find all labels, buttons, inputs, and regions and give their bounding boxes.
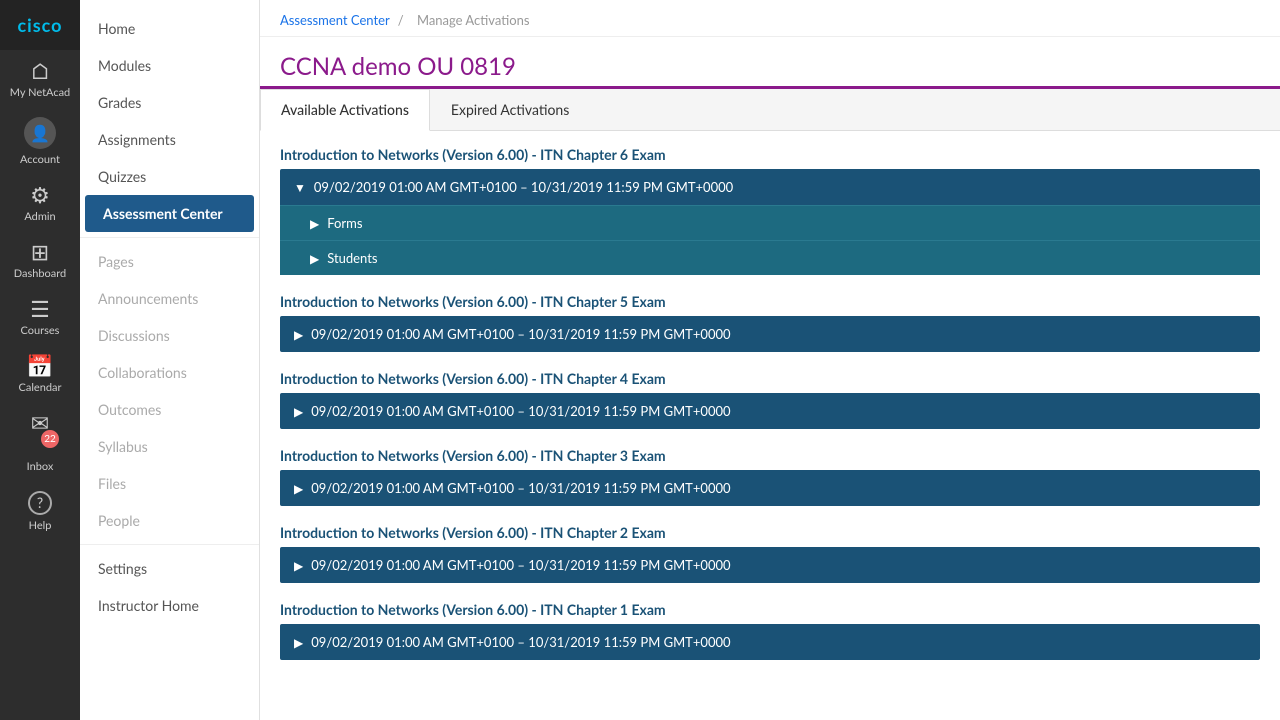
arrow-right-ch3-icon: ▶ xyxy=(294,481,303,496)
left-nav: Home Modules Grades Assignments Quizzes … xyxy=(80,0,260,720)
cisco-logo-text: cisco xyxy=(17,14,62,36)
exam-title-ch1: Introduction to Networks (Version 6.00) … xyxy=(280,601,1260,618)
nav-home[interactable]: Home xyxy=(80,10,259,47)
arrow-right-students-icon: ▶ xyxy=(310,251,319,266)
nav-files[interactable]: Files xyxy=(80,465,259,502)
icon-bar-calendar[interactable]: 📅 Calendar xyxy=(0,345,80,402)
nav-modules[interactable]: Modules xyxy=(80,47,259,84)
exam-section-ch1: Introduction to Networks (Version 6.00) … xyxy=(280,601,1260,660)
inbox-badge: 22 xyxy=(41,430,59,448)
nav-divider xyxy=(80,237,259,238)
breadcrumb-link[interactable]: Assessment Center xyxy=(280,12,389,28)
icon-bar-home[interactable]: ⌂ My NetAcad xyxy=(0,50,80,107)
exam-section-ch5: Introduction to Networks (Version 6.00) … xyxy=(280,293,1260,352)
nav-announcements[interactable]: Announcements xyxy=(80,280,259,317)
page-title: CCNA demo OU 0819 xyxy=(260,37,1280,89)
tab-expired-activations[interactable]: Expired Activations xyxy=(430,89,590,130)
exam-title-ch2: Introduction to Networks (Version 6.00) … xyxy=(280,524,1260,541)
icon-bar-courses-label: Courses xyxy=(21,324,60,337)
sub-item-forms[interactable]: ▶ Forms xyxy=(280,205,1260,240)
home-icon: ⌂ xyxy=(32,60,49,82)
nav-people[interactable]: People xyxy=(80,502,259,539)
tabs-row: Available Activations Expired Activation… xyxy=(260,89,1280,131)
activation-bar-ch5[interactable]: ▶ 09/02/2019 01:00 AM GMT+0100 – 10/31/2… xyxy=(280,316,1260,352)
nav-divider-2 xyxy=(80,544,259,545)
icon-bar-dashboard[interactable]: ⊞ Dashboard xyxy=(0,231,80,288)
icon-bar-admin[interactable]: ⚙ Admin xyxy=(0,174,80,231)
activation-date-range-ch6: 09/02/2019 01:00 AM GMT+0100 – 10/31/201… xyxy=(314,179,733,195)
exam-section-ch4: Introduction to Networks (Version 6.00) … xyxy=(280,370,1260,429)
activation-bar-ch4[interactable]: ▶ 09/02/2019 01:00 AM GMT+0100 – 10/31/2… xyxy=(280,393,1260,429)
admin-icon: ⚙ xyxy=(30,184,50,206)
activation-date-range-ch4: 09/02/2019 01:00 AM GMT+0100 – 10/31/201… xyxy=(311,403,730,419)
arrow-down-icon: ▼ xyxy=(294,180,306,195)
activation-date-range-ch3: 09/02/2019 01:00 AM GMT+0100 – 10/31/201… xyxy=(311,480,730,496)
breadcrumb-separator: / xyxy=(398,12,404,28)
exam-section-ch6: Introduction to Networks (Version 6.00) … xyxy=(280,146,1260,275)
sub-item-students-label: Students xyxy=(327,250,377,266)
nav-outcomes[interactable]: Outcomes xyxy=(80,391,259,428)
dashboard-icon: ⊞ xyxy=(31,241,49,263)
tab-available-activations[interactable]: Available Activations xyxy=(260,89,430,131)
arrow-right-ch1-icon: ▶ xyxy=(294,635,303,650)
nav-quizzes[interactable]: Quizzes xyxy=(80,158,259,195)
icon-bar-help[interactable]: ? Help xyxy=(0,481,80,540)
activation-bar-ch3[interactable]: ▶ 09/02/2019 01:00 AM GMT+0100 – 10/31/2… xyxy=(280,470,1260,506)
nav-settings[interactable]: Settings xyxy=(80,550,259,587)
activation-date-range-ch2: 09/02/2019 01:00 AM GMT+0100 – 10/31/201… xyxy=(311,557,730,573)
breadcrumb-current: Manage Activations xyxy=(417,12,530,28)
cisco-logo: cisco xyxy=(0,0,80,50)
sub-items-ch6: ▶ Forms ▶ Students xyxy=(280,205,1260,275)
icon-bar-dashboard-label: Dashboard xyxy=(14,267,66,280)
arrow-right-forms-icon: ▶ xyxy=(310,216,319,231)
nav-assessment-center[interactable]: Assessment Center xyxy=(85,195,254,232)
icon-bar-account-label: Account xyxy=(20,153,60,166)
arrow-right-ch5-icon: ▶ xyxy=(294,327,303,342)
icon-bar-inbox[interactable]: ✉ 22 Inbox xyxy=(0,402,80,481)
exam-title-ch5: Introduction to Networks (Version 6.00) … xyxy=(280,293,1260,310)
icon-bar-inbox-label: Inbox xyxy=(27,460,54,473)
nav-grades[interactable]: Grades xyxy=(80,84,259,121)
exam-section-ch2: Introduction to Networks (Version 6.00) … xyxy=(280,524,1260,583)
icon-bar-admin-label: Admin xyxy=(24,210,55,223)
icon-bar: cisco ⌂ My NetAcad 👤 Account ⚙ Admin ⊞ D… xyxy=(0,0,80,720)
exam-title-ch3: Introduction to Networks (Version 6.00) … xyxy=(280,447,1260,464)
icon-bar-home-label: My NetAcad xyxy=(10,86,70,99)
sub-item-students[interactable]: ▶ Students xyxy=(280,240,1260,275)
arrow-right-ch2-icon: ▶ xyxy=(294,558,303,573)
activation-bar-ch6[interactable]: ▼ 09/02/2019 01:00 AM GMT+0100 – 10/31/2… xyxy=(280,169,1260,205)
activation-bar-ch2[interactable]: ▶ 09/02/2019 01:00 AM GMT+0100 – 10/31/2… xyxy=(280,547,1260,583)
nav-collaborations[interactable]: Collaborations xyxy=(80,354,259,391)
activation-bar-ch1[interactable]: ▶ 09/02/2019 01:00 AM GMT+0100 – 10/31/2… xyxy=(280,624,1260,660)
nav-assignments[interactable]: Assignments xyxy=(80,121,259,158)
nav-pages[interactable]: Pages xyxy=(80,243,259,280)
nav-syllabus[interactable]: Syllabus xyxy=(80,428,259,465)
exam-title-ch6: Introduction to Networks (Version 6.00) … xyxy=(280,146,1260,163)
main-content: Assessment Center / Manage Activations C… xyxy=(260,0,1280,720)
account-avatar: 👤 xyxy=(24,117,56,149)
courses-icon: ☰ xyxy=(30,298,50,320)
icon-bar-account[interactable]: 👤 Account xyxy=(0,107,80,174)
icon-bar-courses[interactable]: ☰ Courses xyxy=(0,288,80,345)
nav-instructor-home[interactable]: Instructor Home xyxy=(80,587,259,624)
exam-section-ch3: Introduction to Networks (Version 6.00) … xyxy=(280,447,1260,506)
activation-date-range-ch5: 09/02/2019 01:00 AM GMT+0100 – 10/31/201… xyxy=(311,326,730,342)
icon-bar-help-label: Help xyxy=(29,519,52,532)
sub-item-forms-label: Forms xyxy=(327,215,362,231)
calendar-icon: 📅 xyxy=(26,355,53,377)
activation-date-range-ch1: 09/02/2019 01:00 AM GMT+0100 – 10/31/201… xyxy=(311,634,730,650)
arrow-right-ch4-icon: ▶ xyxy=(294,404,303,419)
content-area: Introduction to Networks (Version 6.00) … xyxy=(260,131,1280,693)
icon-bar-calendar-label: Calendar xyxy=(19,381,62,394)
exam-title-ch4: Introduction to Networks (Version 6.00) … xyxy=(280,370,1260,387)
breadcrumb: Assessment Center / Manage Activations xyxy=(260,0,1280,37)
nav-discussions[interactable]: Discussions xyxy=(80,317,259,354)
help-icon: ? xyxy=(28,491,52,515)
